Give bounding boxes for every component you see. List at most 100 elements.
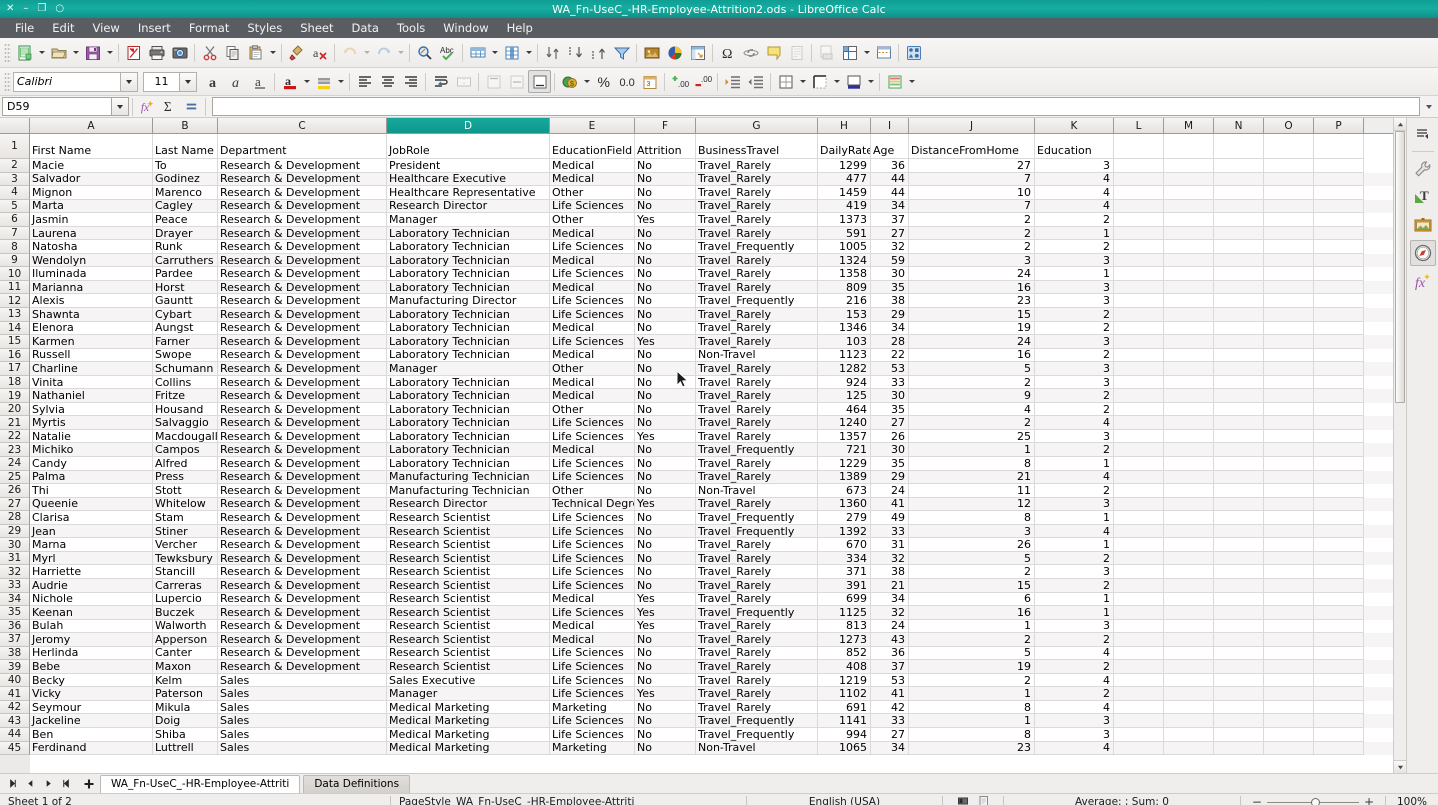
cell-J18[interactable]: 2	[909, 375, 1035, 390]
cell-J29[interactable]: 3	[909, 524, 1035, 539]
font-size-input[interactable]: 11	[143, 71, 180, 92]
zoom-track[interactable]	[1266, 797, 1359, 805]
cell-L16[interactable]	[1114, 348, 1164, 363]
sort-ascending-icon[interactable]	[564, 41, 587, 64]
cell-N19[interactable]	[1214, 389, 1264, 403]
cell-K4[interactable]: 4	[1035, 186, 1114, 200]
cell-M30[interactable]	[1164, 538, 1214, 552]
add-sheet-icon[interactable]	[80, 775, 97, 792]
cell-P31[interactable]	[1314, 551, 1364, 566]
cell-J26[interactable]: 11	[909, 484, 1035, 498]
cell-G31[interactable]: Travel_Rarely	[696, 551, 818, 566]
cell-L6[interactable]	[1114, 213, 1164, 227]
cell-A38[interactable]: Herlinda	[30, 646, 153, 661]
cell-D45[interactable]: Medical Marketing	[387, 741, 550, 756]
cell-M43[interactable]	[1164, 714, 1214, 728]
cell-D20[interactable]: Laboratory Technician	[387, 402, 550, 417]
cell-I44[interactable]: 27	[871, 727, 909, 742]
cell-I28[interactable]: 49	[871, 511, 909, 525]
cell-H20[interactable]: 464	[818, 402, 871, 417]
cell-P32[interactable]	[1314, 565, 1364, 579]
cell-N10[interactable]	[1214, 267, 1264, 281]
cell-D44[interactable]: Medical Marketing	[387, 727, 550, 742]
cell-D19[interactable]: Laboratory Technician	[387, 389, 550, 403]
zoom-knob[interactable]	[1310, 797, 1320, 805]
cell-G28[interactable]: Travel_Frequently	[696, 511, 818, 525]
cell-C13[interactable]: Research & Development	[218, 308, 387, 322]
cell-M15[interactable]	[1164, 335, 1214, 349]
row-header-32[interactable]: 32	[0, 565, 30, 579]
cell-C24[interactable]: Research & Development	[218, 457, 387, 471]
cell-F21[interactable]: No	[635, 416, 696, 430]
row-header-41[interactable]: 41	[0, 687, 30, 701]
cell-N43[interactable]	[1214, 714, 1264, 728]
menu-format[interactable]: Format	[180, 19, 239, 37]
cell-C21[interactable]: Research & Development	[218, 416, 387, 430]
page-style-status[interactable]: PageStyle_WA_Fn-UseC_-HR-Employee-Attrit…	[391, 795, 746, 805]
row-header-35[interactable]: 35	[0, 606, 30, 620]
cell-O19[interactable]	[1264, 389, 1314, 403]
cell-I13[interactable]: 29	[871, 308, 909, 322]
header-cell-H1[interactable]: DailyRate	[818, 134, 871, 159]
cell-I39[interactable]: 37	[871, 660, 909, 674]
cell-N11[interactable]	[1214, 280, 1264, 295]
cell-E30[interactable]: Life Sciences	[550, 538, 635, 552]
cell-A24[interactable]: Candy	[30, 457, 153, 471]
cell-C19[interactable]: Research & Development	[218, 389, 387, 403]
cell-O25[interactable]	[1264, 470, 1314, 485]
cell-N25[interactable]	[1214, 470, 1264, 485]
special-character-icon[interactable]: Ω	[716, 41, 739, 64]
cell-M28[interactable]	[1164, 511, 1214, 525]
cell-B44[interactable]: Shiba	[153, 727, 218, 742]
header-cell-I1[interactable]: Age	[871, 134, 909, 159]
cell-K13[interactable]: 2	[1035, 308, 1114, 322]
cell-J37[interactable]: 2	[909, 633, 1035, 647]
formula-input-line[interactable]	[212, 97, 1420, 116]
cell-F19[interactable]: No	[635, 389, 696, 403]
cell-H41[interactable]: 1102	[818, 687, 871, 701]
header-cell-M1[interactable]	[1164, 134, 1214, 159]
cell-N12[interactable]	[1214, 294, 1264, 309]
cell-G19[interactable]: Travel_Rarely	[696, 389, 818, 403]
borders-dropdown[interactable]	[797, 70, 808, 93]
undo-dropdown[interactable]	[361, 41, 372, 64]
row-header-38[interactable]: 38	[0, 646, 30, 661]
cell-P14[interactable]	[1314, 321, 1364, 336]
cell-M34[interactable]	[1164, 592, 1214, 607]
cell-B41[interactable]: Paterson	[153, 687, 218, 701]
cell-B19[interactable]: Fritze	[153, 389, 218, 403]
cell-P33[interactable]	[1314, 578, 1364, 593]
row-header-15[interactable]: 15	[0, 335, 30, 349]
cell-N34[interactable]	[1214, 592, 1264, 607]
row-header-43[interactable]: 43	[0, 714, 30, 728]
cell-N2[interactable]	[1214, 159, 1264, 173]
cell-A11[interactable]: Marianna	[30, 280, 153, 295]
header-cell-J1[interactable]: DistanceFromHome	[909, 134, 1035, 159]
cell-G13[interactable]: Travel_Rarely	[696, 308, 818, 322]
cell-H26[interactable]: 673	[818, 484, 871, 498]
cell-M44[interactable]	[1164, 727, 1214, 742]
cell-N27[interactable]	[1214, 497, 1264, 512]
cell-C22[interactable]: Research & Development	[218, 429, 387, 444]
cell-C14[interactable]: Research & Development	[218, 321, 387, 336]
cell-K36[interactable]: 3	[1035, 619, 1114, 634]
cell-B24[interactable]: Alfred	[153, 457, 218, 471]
menu-help[interactable]: Help	[498, 19, 542, 37]
cell-P25[interactable]	[1314, 470, 1364, 485]
sidebar-settings-icon[interactable]	[1410, 121, 1436, 147]
row-header-19[interactable]: 19	[0, 389, 30, 403]
cell-P39[interactable]	[1314, 660, 1364, 674]
font-color-icon[interactable]: a	[278, 70, 301, 93]
selection-mode-icon[interactable]	[957, 795, 969, 805]
cell-B7[interactable]: Drayer	[153, 226, 218, 241]
cell-N38[interactable]	[1214, 646, 1264, 661]
cell-C23[interactable]: Research & Development	[218, 443, 387, 458]
cell-M9[interactable]	[1164, 253, 1214, 268]
cell-O43[interactable]	[1264, 714, 1314, 728]
cell-N4[interactable]	[1214, 186, 1264, 200]
cell-P26[interactable]	[1314, 484, 1364, 498]
cell-I6[interactable]: 37	[871, 213, 909, 227]
cell-M33[interactable]	[1164, 578, 1214, 593]
column-header-K[interactable]: K	[1035, 118, 1114, 133]
cell-K42[interactable]: 4	[1035, 700, 1114, 715]
